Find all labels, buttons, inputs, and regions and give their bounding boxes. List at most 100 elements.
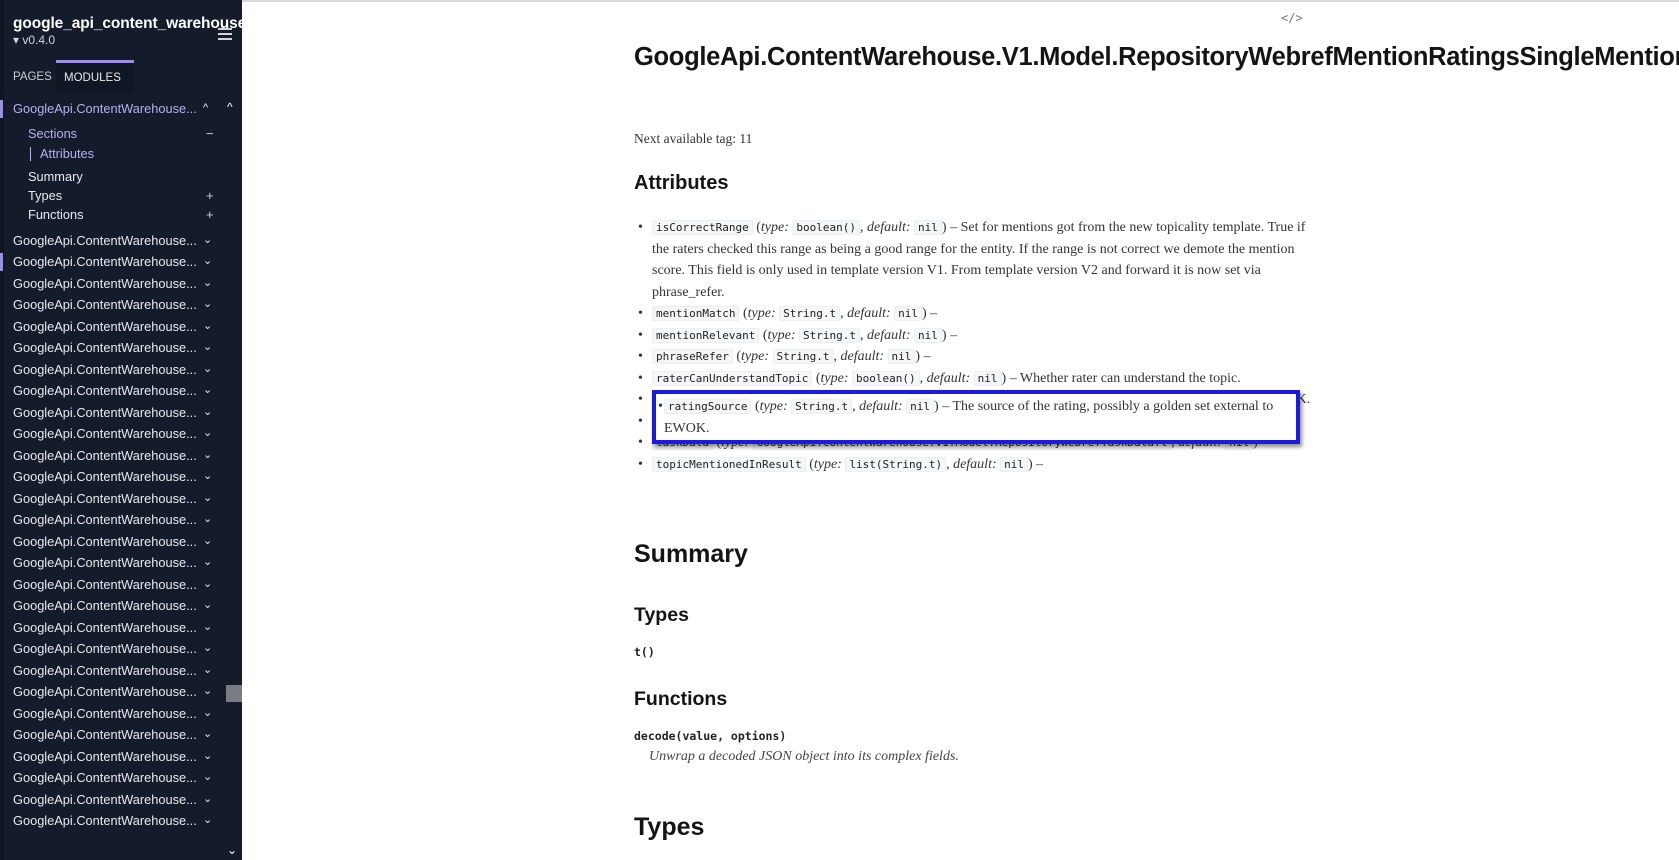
module-item[interactable]: GoogleApi.ContentWarehouse... ⌄	[0, 273, 228, 295]
next-tag-note: Next available tag: 11	[634, 131, 753, 146]
chevron-down-icon[interactable]: ⌄	[203, 273, 212, 295]
attribute-item: mentionRelevant (type: String.t, default…	[638, 325, 1312, 347]
chevron-down-icon[interactable]: ⌄	[203, 681, 212, 703]
chevron-down-icon[interactable]: ⌄	[203, 380, 212, 402]
module-label: GoogleApi.ContentWarehouse...	[13, 641, 197, 656]
sidebar-scrollbar-thumb[interactable]	[226, 685, 242, 702]
module-item[interactable]: GoogleApi.ContentWarehouse... ⌄	[0, 724, 228, 746]
default-label: default:	[866, 327, 911, 343]
module-item[interactable]: GoogleApi.ContentWarehouse... ⌄	[0, 359, 228, 381]
chevron-down-icon[interactable]: ⌄	[203, 316, 212, 338]
chevron-down-icon[interactable]: ⌄	[203, 595, 212, 617]
module-item[interactable]: GoogleApi.ContentWarehouse... ⌄	[0, 251, 228, 273]
module-item[interactable]: GoogleApi.ContentWarehouse... ⌄	[0, 552, 228, 574]
current-module-item[interactable]: GoogleApi.ContentWarehouse... ^	[0, 98, 228, 120]
type-link[interactable]: t()	[634, 645, 655, 659]
attribute-name: topicMentionedInResult	[652, 456, 806, 472]
project-title[interactable]: google_api_content_warehouse	[13, 15, 242, 33]
module-item[interactable]: GoogleApi.ContentWarehouse... ⌄	[0, 660, 228, 682]
chevron-down-icon[interactable]: ⌄	[203, 810, 212, 832]
nav-item-summary[interactable]: Summary	[0, 167, 228, 186]
module-item[interactable]: GoogleApi.ContentWarehouse... ⌄	[0, 638, 228, 660]
attribute-type[interactable]: boolean()	[851, 370, 920, 386]
attribute-type[interactable]: String.t	[772, 349, 834, 364]
chevron-down-icon[interactable]: ⌄	[203, 251, 212, 273]
module-label: GoogleApi.ContentWarehouse...	[13, 361, 197, 377]
module-item[interactable]: GoogleApi.ContentWarehouse... ⌄	[0, 423, 228, 445]
attribute-type[interactable]: String.t	[799, 327, 860, 343]
module-label: GoogleApi.ContentWarehouse...	[13, 469, 197, 484]
default-label: default:	[847, 306, 891, 321]
sidebar: google_api_content_warehouse ▾ v0.4.0 PA…	[0, 0, 242, 860]
chevron-down-icon[interactable]: ⌄	[203, 746, 212, 768]
view-source-icon[interactable]: </>	[1281, 11, 1303, 25]
module-item[interactable]: GoogleApi.ContentWarehouse... ⌄	[0, 402, 228, 424]
chevron-down-icon[interactable]: ⌄	[203, 552, 212, 574]
chevron-down-icon[interactable]: ⌄	[203, 724, 212, 746]
chevron-down-icon[interactable]: ⌄	[203, 445, 212, 467]
chevron-up-icon[interactable]: ^	[203, 98, 208, 120]
menu-toggle-icon[interactable]	[218, 28, 232, 40]
module-label: GoogleApi.ContentWarehouse...	[13, 705, 197, 721]
attribute-name: mentionMatch	[652, 306, 740, 321]
attribute-type[interactable]: boolean()	[792, 220, 860, 235]
module-item[interactable]: GoogleApi.ContentWarehouse... ⌄	[0, 574, 228, 596]
chevron-down-icon[interactable]: ⌄	[203, 531, 212, 553]
chevron-down-icon[interactable]: ⌄	[203, 294, 212, 316]
chevron-down-icon[interactable]: ⌄	[203, 230, 212, 252]
module-item[interactable]: GoogleApi.ContentWarehouse... ⌄	[0, 294, 228, 316]
chevron-down-icon[interactable]: ⌄	[203, 574, 212, 596]
types-subheading: Types	[634, 604, 689, 626]
chevron-down-icon[interactable]: ⌄	[203, 660, 212, 682]
nav-item-types[interactable]: Types +	[0, 186, 228, 205]
chevron-down-icon[interactable]: ⌄	[203, 767, 212, 789]
chevron-down-icon[interactable]: ⌄	[203, 617, 212, 639]
module-item[interactable]: GoogleApi.ContentWarehouse... ⌄	[0, 531, 228, 553]
function-link[interactable]: decode(value, options)	[634, 729, 786, 743]
module-item[interactable]: GoogleApi.ContentWarehouse... ⌄	[0, 789, 228, 811]
module-item[interactable]: GoogleApi.ContentWarehouse... ⌄	[0, 509, 228, 531]
scroll-down-icon[interactable]: ⌄	[227, 843, 237, 857]
chevron-down-icon[interactable]: ⌄	[203, 638, 212, 660]
module-item[interactable]: GoogleApi.ContentWarehouse... ⌄	[0, 595, 228, 617]
module-item[interactable]: GoogleApi.ContentWarehouse... ⌄	[0, 230, 228, 252]
module-item[interactable]: GoogleApi.ContentWarehouse... ⌄	[0, 617, 228, 639]
chevron-down-icon[interactable]: ⌄	[203, 337, 212, 359]
module-label: GoogleApi.ContentWarehouse...	[13, 748, 197, 764]
chevron-down-icon[interactable]: ⌄	[203, 423, 212, 445]
expand-icon[interactable]: +	[206, 186, 214, 205]
chevron-down-icon[interactable]: ⌄	[203, 466, 212, 488]
attribute-type[interactable]: String.t	[791, 399, 853, 414]
module-item[interactable]: GoogleApi.ContentWarehouse... ⌄	[0, 466, 228, 488]
module-item[interactable]: GoogleApi.ContentWarehouse... ⌄	[0, 380, 228, 402]
module-item[interactable]: GoogleApi.ContentWarehouse... ⌄	[0, 703, 228, 725]
module-item[interactable]: GoogleApi.ContentWarehouse... ⌄	[0, 337, 228, 359]
attribute-item: isCorrectRange (type: boolean(), default…	[638, 217, 1312, 303]
module-item[interactable]: GoogleApi.ContentWarehouse... ⌄	[0, 488, 228, 510]
module-item[interactable]: GoogleApi.ContentWarehouse... ⌄	[0, 810, 228, 832]
chevron-down-icon[interactable]: ⌄	[203, 703, 212, 725]
attribute-type[interactable]: String.t	[779, 306, 841, 321]
version-selector[interactable]: ▾ v0.4.0	[13, 33, 55, 47]
summary-heading: Summary	[634, 540, 748, 568]
attribute-type[interactable]: list(String.t)	[845, 456, 947, 472]
tab-modules[interactable]: MODULES	[56, 60, 134, 93]
sections-toggle[interactable]: Sections −	[0, 124, 228, 143]
chevron-down-icon[interactable]: ⌄	[203, 359, 212, 381]
module-item[interactable]: GoogleApi.ContentWarehouse... ⌄	[0, 767, 228, 789]
marker-indicator	[0, 253, 3, 271]
attributes-heading: Attributes	[634, 172, 729, 194]
module-item[interactable]: GoogleApi.ContentWarehouse... ⌄	[0, 316, 228, 338]
module-item[interactable]: GoogleApi.ContentWarehouse... ⌄	[0, 681, 228, 703]
module-item[interactable]: GoogleApi.ContentWarehouse... ⌄	[0, 746, 228, 768]
scroll-up-icon[interactable]: ^	[227, 100, 233, 114]
chevron-down-icon[interactable]: ⌄	[203, 789, 212, 811]
chevron-down-icon[interactable]: ⌄	[203, 488, 212, 510]
module-item[interactable]: GoogleApi.ContentWarehouse... ⌄	[0, 445, 228, 467]
section-item-attributes[interactable]: Attributes	[0, 143, 228, 165]
expand-icon[interactable]: +	[206, 205, 214, 224]
chevron-down-icon[interactable]: ⌄	[203, 402, 212, 424]
chevron-down-icon[interactable]: ⌄	[203, 509, 212, 531]
collapse-icon[interactable]: −	[206, 124, 214, 143]
nav-item-functions[interactable]: Functions +	[0, 205, 228, 224]
